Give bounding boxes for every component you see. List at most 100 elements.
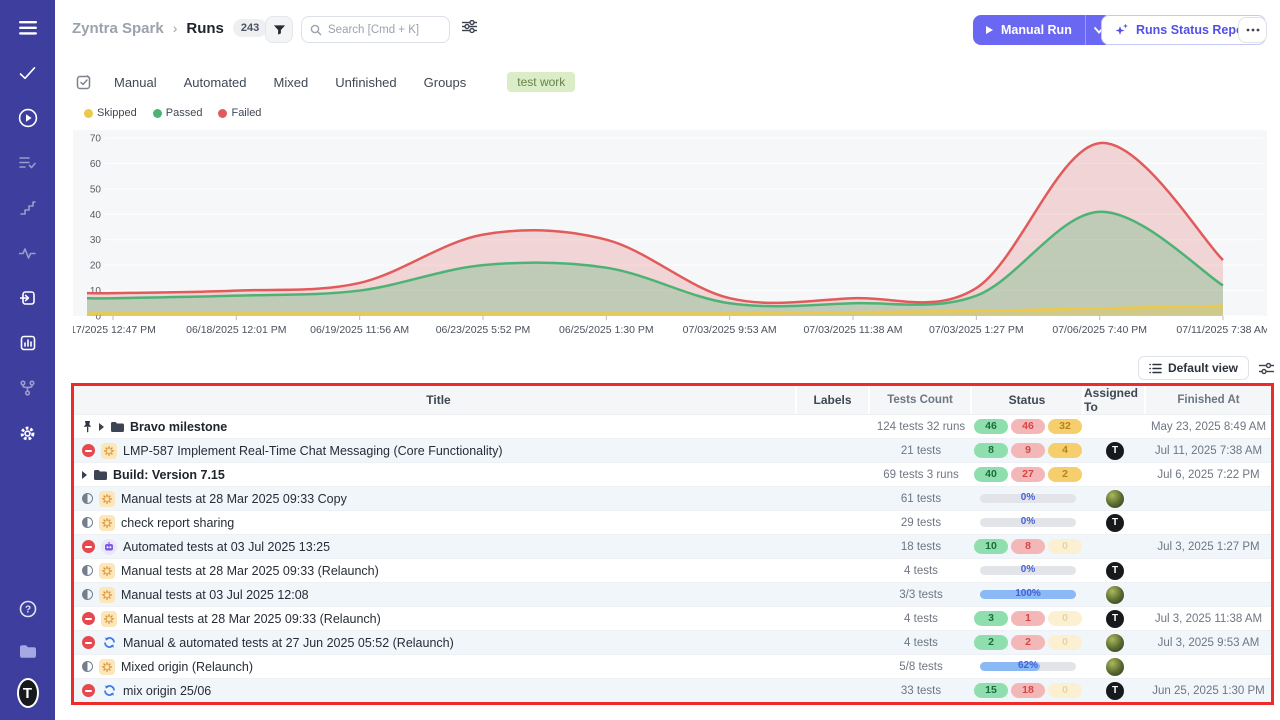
progress-bar: 100% — [980, 590, 1076, 599]
stopped-status-icon — [82, 612, 95, 625]
git-fork-icon[interactable] — [17, 377, 39, 399]
assignee-avatar[interactable] — [1106, 634, 1124, 652]
pin-icon[interactable] — [82, 420, 93, 433]
labels-cell — [797, 463, 870, 486]
legend-failed: Failed — [218, 107, 261, 119]
table-row[interactable]: Mixed origin (Relaunch)5/8 tests62% — [74, 654, 1271, 678]
list-check-icon[interactable] — [17, 152, 39, 174]
default-view-label: Default view — [1168, 361, 1238, 375]
labels-cell — [797, 559, 870, 582]
passed-count-pill: 46 — [974, 419, 1008, 434]
skipped-count-pill: 0 — [1048, 611, 1082, 626]
manual-run-button[interactable]: Manual Run — [973, 15, 1085, 45]
in-progress-status-icon — [82, 589, 93, 600]
run-title[interactable]: Manual & automated tests at 27 Jun 2025 … — [123, 636, 454, 650]
run-title[interactable]: mix origin 25/06 — [123, 684, 211, 698]
tab-unfinished[interactable]: Unfinished — [335, 75, 396, 90]
expand-caret-icon[interactable] — [82, 471, 87, 479]
column-header-tests-count[interactable]: Tests Count — [870, 386, 972, 414]
avatar[interactable]: T — [17, 682, 39, 704]
steps-icon[interactable] — [17, 197, 39, 219]
run-title[interactable]: Build: Version 7.15 — [113, 468, 225, 482]
tab-mixed[interactable]: Mixed — [274, 75, 309, 90]
column-header-finished-at[interactable]: Finished At — [1146, 386, 1271, 414]
column-header-assigned-to[interactable]: Assigned To — [1084, 386, 1146, 414]
status-cell: 220 — [972, 631, 1084, 654]
column-header-title[interactable]: Title — [74, 386, 797, 414]
assignee-avatar[interactable]: T — [1106, 514, 1124, 532]
svg-text:07/06/2025 7:40 PM: 07/06/2025 7:40 PM — [1052, 324, 1147, 336]
assignee-avatar[interactable] — [1106, 586, 1124, 604]
assignee-avatar[interactable]: T — [1106, 682, 1124, 700]
tab-groups[interactable]: Groups — [424, 75, 467, 90]
table-row[interactable]: mix origin 25/0633 tests15180TJun 25, 20… — [74, 678, 1271, 702]
folder-icon — [93, 469, 107, 481]
table-row[interactable]: Build: Version 7.1569 tests 3 runs40272J… — [74, 462, 1271, 486]
table-row[interactable]: Manual tests at 28 Mar 2025 09:33 (Relau… — [74, 606, 1271, 630]
skipped-count-pill: 0 — [1048, 683, 1082, 698]
gear-icon[interactable] — [17, 422, 39, 444]
tab-manual[interactable]: Manual — [114, 75, 157, 90]
run-title[interactable]: Bravo milestone — [130, 420, 227, 434]
table-row[interactable]: Manual tests at 03 Jul 2025 12:08 3/3 tes… — [74, 582, 1271, 606]
table-row[interactable]: LMP-587 Implement Real-Time Chat Messagi… — [74, 438, 1271, 462]
run-title[interactable]: Mixed origin (Relaunch) — [121, 660, 253, 674]
tests-count-cell: 21 tests — [870, 439, 972, 462]
assignee-avatar[interactable] — [1106, 490, 1124, 508]
progress-bar: 0% — [980, 518, 1076, 527]
search-box[interactable] — [301, 16, 450, 43]
svg-text:07/11/2025 7:38 AM: 07/11/2025 7:38 AM — [1176, 324, 1267, 336]
stopped-status-icon — [82, 684, 95, 697]
run-board-icon[interactable] — [76, 74, 92, 90]
more-options-button[interactable] — [1238, 17, 1267, 43]
table-row[interactable]: Automated tests at 03 Jul 2025 13:2518 t… — [74, 534, 1271, 558]
filter-tag[interactable]: test work — [507, 72, 575, 92]
column-header-labels[interactable]: Labels — [797, 386, 870, 414]
legend-passed: Passed — [153, 107, 203, 119]
assignee-avatar[interactable]: T — [1106, 442, 1124, 460]
run-title[interactable]: Manual tests at 28 Mar 2025 09:33 Copy — [121, 492, 347, 506]
menu-icon[interactable] — [17, 17, 39, 39]
view-settings-icon[interactable] — [462, 20, 477, 38]
table-row[interactable]: Manual & automated tests at 27 Jun 2025 … — [74, 630, 1271, 654]
default-view-button[interactable]: Default view — [1138, 356, 1249, 380]
skipped-count-pill: 4 — [1048, 443, 1082, 458]
check-icon[interactable] — [17, 62, 39, 84]
expand-caret-icon[interactable] — [99, 423, 104, 431]
search-input[interactable] — [328, 24, 438, 36]
finished-at-cell: Jul 3, 2025 11:38 AM — [1146, 607, 1271, 630]
table-row[interactable]: Manual tests at 28 Mar 2025 09:33 (Relau… — [74, 558, 1271, 582]
table-row[interactable]: Bravo milestone124 tests 32 runs464632Ma… — [74, 414, 1271, 438]
folder-icon[interactable] — [17, 640, 39, 662]
assigned-to-cell — [1084, 655, 1146, 678]
assignee-avatar[interactable] — [1106, 658, 1124, 676]
finished-at-cell — [1146, 487, 1271, 510]
table-row[interactable]: check report sharing29 tests0%T — [74, 510, 1271, 534]
run-title[interactable]: check report sharing — [121, 516, 234, 530]
assignee-avatar[interactable]: T — [1106, 610, 1124, 628]
run-title[interactable]: Automated tests at 03 Jul 2025 13:25 — [123, 540, 330, 554]
run-title[interactable]: Manual tests at 28 Mar 2025 09:33 (Relau… — [123, 612, 381, 626]
run-title[interactable]: Manual tests at 28 Mar 2025 09:33 (Relau… — [121, 564, 379, 578]
pulse-icon[interactable] — [17, 242, 39, 264]
run-title[interactable]: LMP-587 Implement Real-Time Chat Messagi… — [123, 444, 503, 458]
passed-count-pill: 15 — [974, 683, 1008, 698]
runs-tabs: Manual Automated Mixed Unfinished Groups tes… — [76, 71, 575, 93]
play-circle-icon[interactable] — [17, 107, 39, 129]
breadcrumb-project[interactable]: Zyntra Spark — [72, 20, 164, 37]
manual-run-type-icon — [99, 587, 115, 603]
assignee-avatar[interactable]: T — [1106, 562, 1124, 580]
chart-box-icon[interactable] — [17, 332, 39, 354]
filter-button[interactable] — [265, 16, 293, 43]
help-icon[interactable]: ? — [17, 598, 39, 620]
search-icon — [310, 24, 322, 36]
column-header-status[interactable]: Status — [972, 386, 1084, 414]
user-avatar: T — [17, 678, 39, 708]
table-row[interactable]: Manual tests at 28 Mar 2025 09:33 Copy61… — [74, 486, 1271, 510]
tab-automated[interactable]: Automated — [184, 75, 247, 90]
tests-count-cell: 3/3 tests — [870, 583, 972, 606]
run-title[interactable]: Manual tests at 03 Jul 2025 12:08 — [121, 588, 309, 602]
failed-count-pill: 8 — [1011, 539, 1045, 554]
sign-in-icon[interactable] — [17, 287, 39, 309]
table-settings-icon[interactable] — [1259, 362, 1274, 375]
